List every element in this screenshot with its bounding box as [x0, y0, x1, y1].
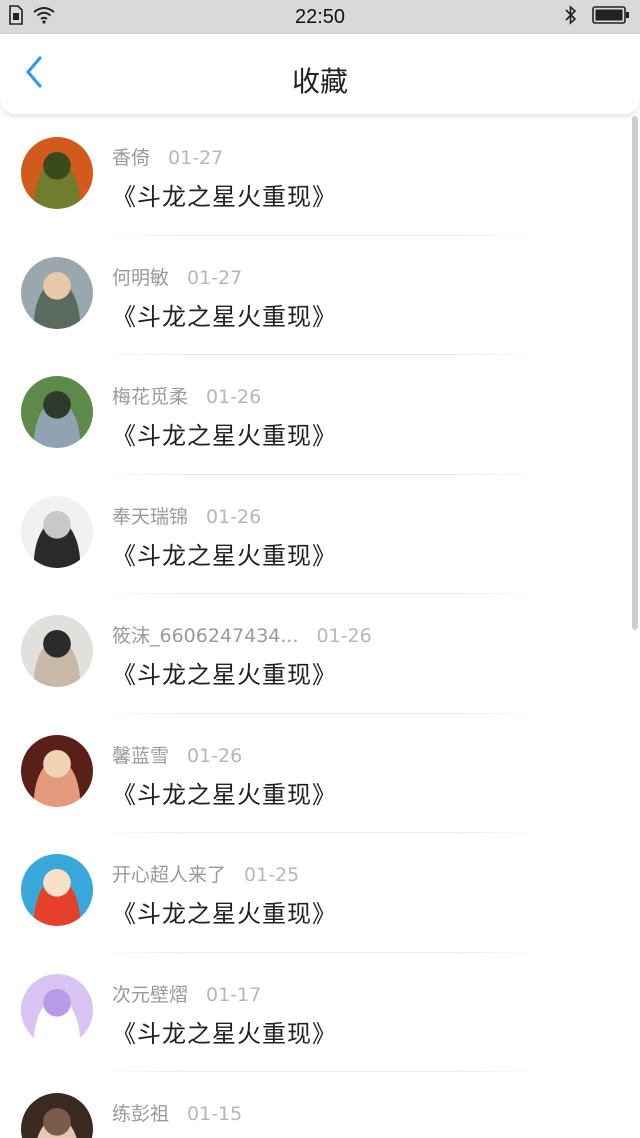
item-title[interactable]: 《斗龙之星火重现》 — [112, 655, 337, 690]
item-date: 01-27 — [187, 266, 243, 289]
item-meta: 开心超人来了 01-25 — [112, 860, 299, 887]
item-title[interactable]: 《斗龙之星火重现》 — [112, 1133, 337, 1138]
nav-bar: 收藏 — [0, 34, 640, 114]
item-meta: 香倚 01-27 — [112, 143, 223, 170]
item-date: 01-15 — [187, 1103, 243, 1125]
item-meta: 何明敏 01-27 — [112, 263, 242, 290]
list-item[interactable]: 香倚 01-27 《斗龙之星火重现》 — [0, 116, 640, 236]
author-name[interactable]: 何明敏 — [112, 267, 169, 289]
page-title: 收藏 — [291, 65, 348, 98]
avatar[interactable] — [21, 1093, 93, 1138]
battery-icon — [592, 6, 630, 28]
status-right — [564, 5, 630, 29]
item-title[interactable]: 《斗龙之星火重现》 — [112, 177, 337, 212]
item-title[interactable]: 《斗龙之星火重现》 — [112, 536, 337, 571]
author-name[interactable]: 香倚 — [112, 147, 150, 169]
author-name[interactable]: 次元壁熠 — [112, 984, 188, 1006]
avatar[interactable] — [21, 854, 93, 926]
list-item[interactable]: 练彭祖 01-15 《斗龙之星火重现》 — [0, 1072, 640, 1138]
favorites-list: 香倚 01-27 《斗龙之星火重现》 何明敏 01-27 《斗龙之星火重现》 梅花觅柔 01-… — [0, 116, 640, 1138]
item-meta: 练彭祖 01-15 — [112, 1099, 242, 1126]
avatar[interactable] — [21, 376, 93, 448]
item-date: 01-26 — [206, 386, 262, 408]
author-name[interactable]: 筱沫_6606247434... — [112, 625, 299, 647]
item-date: 01-26 — [187, 744, 243, 767]
list-item[interactable]: 奉天瑞锦 01-26 《斗龙之星火重现》 — [0, 475, 640, 594]
item-title[interactable]: 《斗龙之星火重现》 — [112, 775, 337, 810]
item-date: 01-26 — [316, 625, 372, 647]
item-date: 01-25 — [244, 864, 300, 886]
author-name[interactable]: 奉天瑞锦 — [112, 506, 188, 528]
item-meta: 筱沫_6606247434... 01-26 — [112, 621, 372, 648]
list-item[interactable]: 筱沫_6606247434... 01-26 《斗龙之星火重现》 — [0, 594, 640, 714]
item-title[interactable]: 《斗龙之星火重现》 — [112, 416, 337, 451]
item-meta: 馨蓝雪 01-26 — [112, 741, 242, 768]
author-name[interactable]: 馨蓝雪 — [112, 745, 169, 767]
avatar[interactable] — [21, 734, 93, 807]
item-meta: 奉天瑞锦 01-26 — [112, 502, 261, 529]
item-meta: 梅花觅柔 01-26 — [112, 382, 261, 409]
author-name[interactable]: 练彭祖 — [112, 1103, 169, 1125]
avatar[interactable] — [21, 973, 93, 1046]
list-item[interactable]: 次元壁熠 01-17 《斗龙之星火重现》 — [0, 953, 640, 1072]
avatar[interactable] — [21, 137, 93, 209]
avatar[interactable] — [21, 256, 93, 329]
status-time: 22:50 — [294, 6, 346, 28]
author-name[interactable]: 开心超人来了 — [112, 864, 226, 886]
item-title[interactable]: 《斗龙之星火重现》 — [112, 1014, 337, 1049]
list-item[interactable]: 馨蓝雪 01-26 《斗龙之星火重现》 — [0, 714, 640, 833]
scrollbar[interactable] — [632, 116, 638, 630]
list-item[interactable]: 开心超人来了 01-25 《斗龙之星火重现》 — [0, 833, 640, 953]
status-bar: 22:50 — [0, 0, 640, 34]
item-date: 01-17 — [206, 983, 262, 1006]
item-meta: 次元壁熠 01-17 — [112, 980, 261, 1007]
item-title[interactable]: 《斗龙之星火重现》 — [112, 297, 337, 332]
list-item[interactable]: 梅花觅柔 01-26 《斗龙之星火重现》 — [0, 355, 640, 475]
item-date: 01-26 — [206, 505, 262, 528]
item-date: 01-27 — [168, 147, 224, 169]
bluetooth-icon — [564, 5, 578, 29]
avatar[interactable] — [21, 495, 93, 568]
item-title[interactable]: 《斗龙之星火重现》 — [112, 894, 337, 929]
favorites-screen: 22:50 收藏 香倚 01-27 《斗龙之星火重现》 何明敏 01-27 《斗… — [0, 0, 640, 1138]
list-item[interactable]: 何明敏 01-27 《斗龙之星火重现》 — [0, 236, 640, 355]
avatar[interactable] — [21, 615, 93, 687]
author-name[interactable]: 梅花觅柔 — [112, 386, 188, 408]
